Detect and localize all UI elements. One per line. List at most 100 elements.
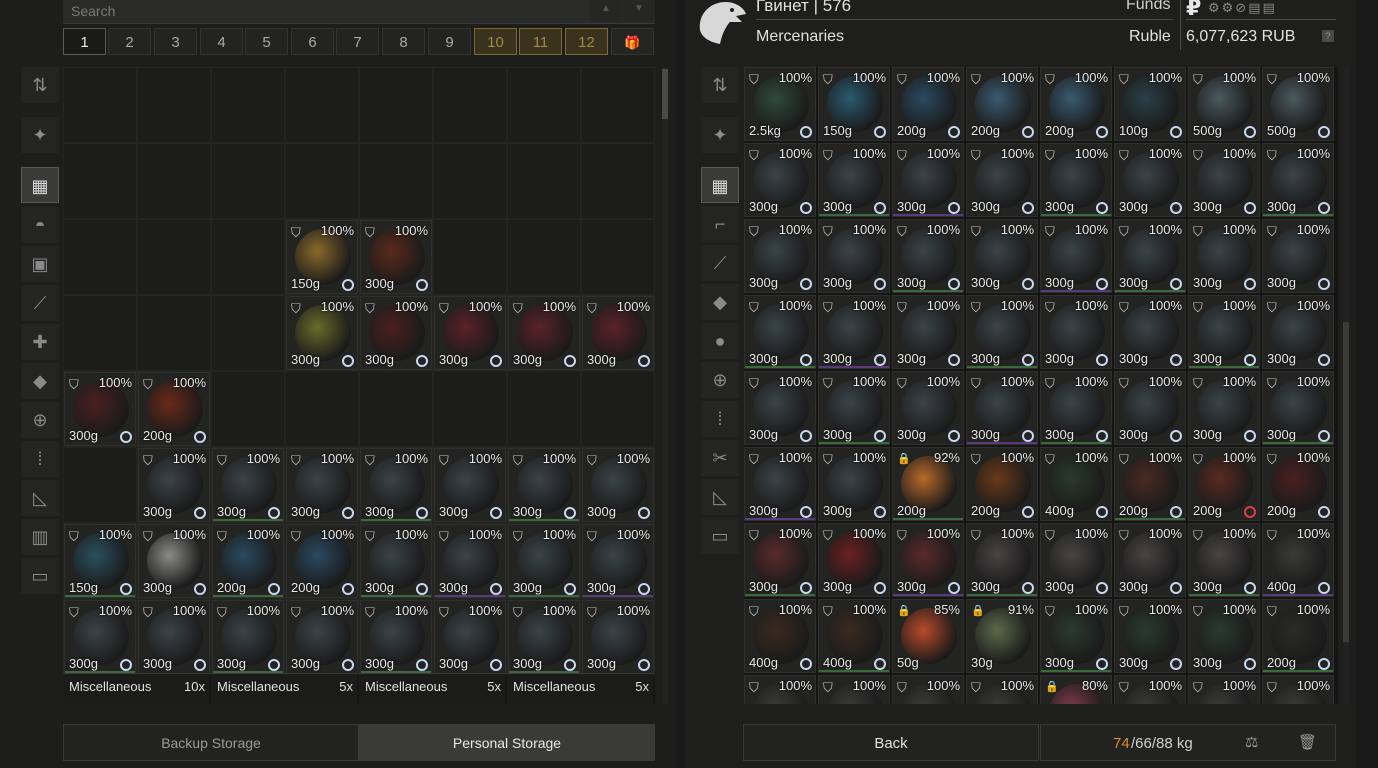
item-slot[interactable]: ⛉ 100% 300g — [1262, 143, 1334, 217]
trash-icon[interactable]: 🗑 — [1298, 733, 1317, 751]
item-slot[interactable]: ⛉ 100% 300g — [744, 143, 816, 217]
grid-cell[interactable] — [433, 67, 507, 143]
grid-icon[interactable]: ▦ — [21, 167, 59, 203]
item-slot[interactable]: ⛉ 100% 300g — [1188, 295, 1260, 369]
tab-page-5[interactable]: 5 — [245, 28, 288, 55]
item-slot[interactable]: ⛉ 100% — [1262, 675, 1334, 704]
grid-cell[interactable] — [285, 67, 359, 143]
grid-cell[interactable] — [433, 143, 507, 219]
item-slot[interactable]: ⛉ 100% 300g — [508, 296, 580, 370]
tab-page-3[interactable]: 3 — [154, 28, 197, 55]
item-slot[interactable]: ⛉ 100% 300g — [1040, 143, 1112, 217]
grid-icon[interactable]: ▦ — [701, 167, 739, 203]
item-slot[interactable]: ⛉ 100% 300g — [744, 219, 816, 293]
backpack-icon[interactable]: ▣ — [21, 246, 59, 282]
item-slot[interactable]: ⛉ 100% 300g — [582, 600, 654, 674]
item-slot[interactable]: ⛉ 100% 300g — [582, 448, 654, 522]
grid-cell[interactable] — [359, 143, 433, 219]
star-icon[interactable]: ✦ — [21, 117, 59, 153]
item-slot[interactable]: ⛉ 100% 300g — [892, 143, 964, 217]
scroll-up-button[interactable]: ▲ — [590, 0, 622, 22]
item-slot[interactable]: ⛉ 100% 300g — [138, 600, 210, 674]
misc-row[interactable]: Miscellaneous 10x — [63, 673, 209, 704]
item-slot[interactable]: ⛉ 100% 200g — [286, 524, 358, 598]
grid-cell[interactable] — [581, 219, 655, 295]
item-slot[interactable]: ⛉ 100% 300g — [892, 295, 964, 369]
item-slot[interactable]: ⛉ 100% 300g — [434, 296, 506, 370]
tab-page-6[interactable]: 6 — [291, 28, 334, 55]
item-slot[interactable]: ⛉ 100% 300g — [1040, 599, 1112, 673]
grid-cell[interactable] — [359, 371, 433, 447]
item-slot[interactable]: ⛉ 100% 300g — [818, 143, 890, 217]
grid-cell[interactable] — [137, 67, 211, 143]
item-slot[interactable]: ⛉ 100% 2.5kg — [744, 67, 816, 141]
item-slot[interactable]: ⛉ 100% 300g — [1114, 371, 1186, 445]
grid-cell[interactable] — [211, 219, 285, 295]
tab-page-10[interactable]: 10 — [474, 28, 517, 55]
item-slot[interactable]: ⛉ 100% 300g — [1114, 599, 1186, 673]
item-slot[interactable]: ⛉ 100% 300g — [744, 447, 816, 521]
item-slot[interactable]: ⛉ 100% 300g — [818, 447, 890, 521]
grid-cell[interactable] — [507, 371, 581, 447]
item-slot[interactable]: ⛉ 100% 300g — [1262, 295, 1334, 369]
grid-cell[interactable] — [63, 447, 137, 523]
item-slot[interactable]: ⛉ 100% 300g — [1188, 219, 1260, 293]
tab-page-2[interactable]: 2 — [108, 28, 151, 55]
tab-page-1[interactable]: 1 — [63, 28, 106, 55]
item-slot[interactable]: ⛉ 100% 300g — [582, 524, 654, 598]
tab-page-11[interactable]: 11 — [519, 28, 562, 55]
item-slot[interactable]: ⛉ 100% 300g — [1040, 219, 1112, 293]
ammo-icon[interactable]: ⁞ — [701, 401, 739, 437]
ruler-icon[interactable]: ◺ — [21, 480, 59, 516]
grid-cell[interactable] — [507, 219, 581, 295]
back-button[interactable]: Back — [743, 724, 1039, 761]
grid-cell[interactable] — [211, 143, 285, 219]
item-slot[interactable]: ⛉ 100% 300g — [508, 524, 580, 598]
tools-icon[interactable]: ✂ — [701, 440, 739, 476]
item-slot[interactable]: ⛉ 100% 300g — [1114, 219, 1186, 293]
grid-cell[interactable] — [63, 295, 137, 371]
item-slot[interactable]: ⛉ 100% 300g — [966, 295, 1038, 369]
item-slot[interactable]: ⛉ 100% 300g — [286, 448, 358, 522]
item-slot[interactable]: ⛉ 100% 300g — [1188, 599, 1260, 673]
grid-cell[interactable] — [211, 67, 285, 143]
item-slot[interactable]: ⛉ 100% 300g — [1040, 371, 1112, 445]
item-slot[interactable]: ⛉ 100% 300g — [286, 296, 358, 370]
item-slot[interactable]: ⛉ 100% 300g — [744, 295, 816, 369]
grid-cell[interactable] — [137, 219, 211, 295]
item-slot[interactable]: ⛉ 100% 300g — [744, 523, 816, 597]
item-slot[interactable]: ⛉ 100% 200g — [892, 67, 964, 141]
item-slot[interactable]: ⛉ 100% 300g — [212, 448, 284, 522]
item-slot[interactable]: ⛉ 100% 200g — [1040, 67, 1112, 141]
sphere-icon[interactable]: ● — [701, 323, 739, 359]
grid-cell[interactable] — [63, 219, 137, 295]
item-slot[interactable]: ⛉ 100% 300g — [892, 219, 964, 293]
tab-page-7[interactable]: 7 — [336, 28, 379, 55]
item-slot[interactable]: ⛉ 100% 300g — [360, 524, 432, 598]
item-slot[interactable]: ⛉ 100% 300g — [892, 371, 964, 445]
item-slot[interactable]: 🔒 85% 50g — [892, 599, 964, 673]
ammo-icon[interactable]: ⁞ — [21, 441, 59, 477]
item-slot[interactable]: ⛉ 100% 300g — [1262, 371, 1334, 445]
item-slot[interactable]: ⛉ 100% 400g — [744, 599, 816, 673]
scrollbar-thumb[interactable] — [662, 69, 668, 119]
misc-row[interactable]: Miscellaneous 5x — [507, 673, 653, 704]
grid-cell[interactable] — [137, 143, 211, 219]
item-slot[interactable]: ⛉ 100% 300g — [1114, 523, 1186, 597]
grenade-icon[interactable]: ◆ — [21, 363, 59, 399]
item-slot[interactable]: ⛉ 100% 300g — [434, 600, 506, 674]
item-slot[interactable]: ⛉ 100% — [1188, 675, 1260, 704]
grid-cell[interactable] — [581, 143, 655, 219]
grid-cell[interactable] — [581, 371, 655, 447]
helmet-icon[interactable]: ◓ — [21, 207, 59, 243]
tab-page-12[interactable]: 12 — [565, 28, 608, 55]
item-slot[interactable]: ⛉ 100% 300g — [892, 523, 964, 597]
item-slot[interactable]: ⛉ 100% 300g — [818, 219, 890, 293]
item-slot[interactable]: ⛉ 100% 300g — [434, 524, 506, 598]
star-icon[interactable]: ✦ — [701, 117, 739, 153]
item-slot[interactable]: ⛉ 100% 300g — [1040, 295, 1112, 369]
grid-cell[interactable] — [359, 67, 433, 143]
item-slot[interactable]: ⛉ 100% 150g — [286, 220, 358, 294]
stash-scrollbar[interactable] — [662, 67, 668, 704]
item-slot[interactable]: ⛉ 100% — [818, 675, 890, 704]
